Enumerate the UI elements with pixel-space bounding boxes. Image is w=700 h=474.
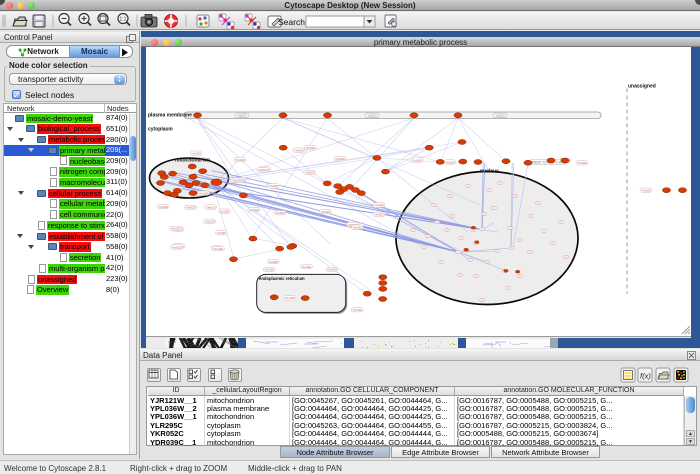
svg-text:Ybr020: Ybr020	[191, 152, 201, 156]
svg-text:Ybr020: Ybr020	[352, 226, 362, 230]
svg-text:Ybr020: Ybr020	[294, 148, 304, 152]
svg-text:Ybr020: Ybr020	[285, 296, 295, 300]
svg-text:Ybr020: Ybr020	[306, 146, 316, 150]
svg-text:Ygl253: Ygl253	[237, 114, 247, 118]
svg-text:Ybr020: Ybr020	[264, 268, 274, 272]
svg-text:Ygl253: Ygl253	[495, 114, 505, 118]
svg-text:Ybr020: Ybr020	[305, 171, 315, 175]
svg-text:Ybr020: Ybr020	[172, 245, 182, 249]
svg-text:Ybr020: Ybr020	[235, 158, 245, 162]
svg-text:Ybr020: Ybr020	[302, 265, 312, 269]
svg-text:Ybr020: Ybr020	[320, 210, 330, 214]
svg-text:Ybr020: Ybr020	[335, 157, 345, 161]
svg-text:Ybr020: Ybr020	[171, 227, 181, 231]
svg-text:1:1: 1:1	[120, 17, 127, 23]
svg-text:Ybr020: Ybr020	[577, 161, 587, 165]
svg-text:unassigned: unassigned	[628, 84, 656, 90]
svg-text:Ybr020: Ybr020	[374, 203, 384, 207]
svg-text:Ybr020: Ybr020	[352, 308, 362, 312]
svg-text:Ybr020: Ybr020	[206, 205, 216, 209]
svg-text:Ybr020: Ybr020	[412, 158, 422, 162]
svg-text:endoplasmic reticulum: endoplasmic reticulum	[259, 276, 305, 281]
svg-text:Ybr020: Ybr020	[216, 231, 226, 235]
svg-text:plasma membrane: plasma membrane	[148, 113, 192, 119]
svg-text:Ybr020: Ybr020	[232, 179, 242, 183]
svg-text:Ybr020: Ybr020	[258, 168, 268, 172]
svg-text:Ybr020: Ybr020	[275, 211, 285, 215]
svg-text:Ybr020: Ybr020	[249, 208, 259, 212]
svg-text:Ybr020: Ybr020	[268, 260, 278, 264]
svg-text:Ybr020: Ybr020	[198, 192, 208, 196]
svg-text:Ybr020: Ybr020	[374, 213, 384, 217]
svg-text:Ybr020: Ybr020	[205, 220, 215, 224]
svg-text:Ybr020: Ybr020	[268, 184, 278, 188]
svg-text:f(x): f(x)	[640, 372, 651, 381]
svg-text:Ybr020: Ybr020	[445, 160, 455, 164]
svg-text:Ygl253: Ygl253	[367, 114, 377, 118]
svg-text:Ybr020: Ybr020	[186, 206, 196, 210]
svg-text:cytoplasm: cytoplasm	[148, 127, 173, 133]
svg-text:Ybr020: Ybr020	[327, 268, 337, 272]
svg-text:mitochondrion: mitochondrion	[175, 158, 210, 164]
svg-text:Ybr020: Ybr020	[641, 189, 651, 193]
svg-text:Ybr020: Ybr020	[158, 205, 168, 209]
svg-text:Ybr020: Ybr020	[214, 247, 224, 251]
svg-text:Search:: Search:	[278, 17, 307, 27]
svg-text:nucleus: nucleus	[480, 169, 499, 175]
svg-text:Ybr020: Ybr020	[220, 210, 230, 214]
